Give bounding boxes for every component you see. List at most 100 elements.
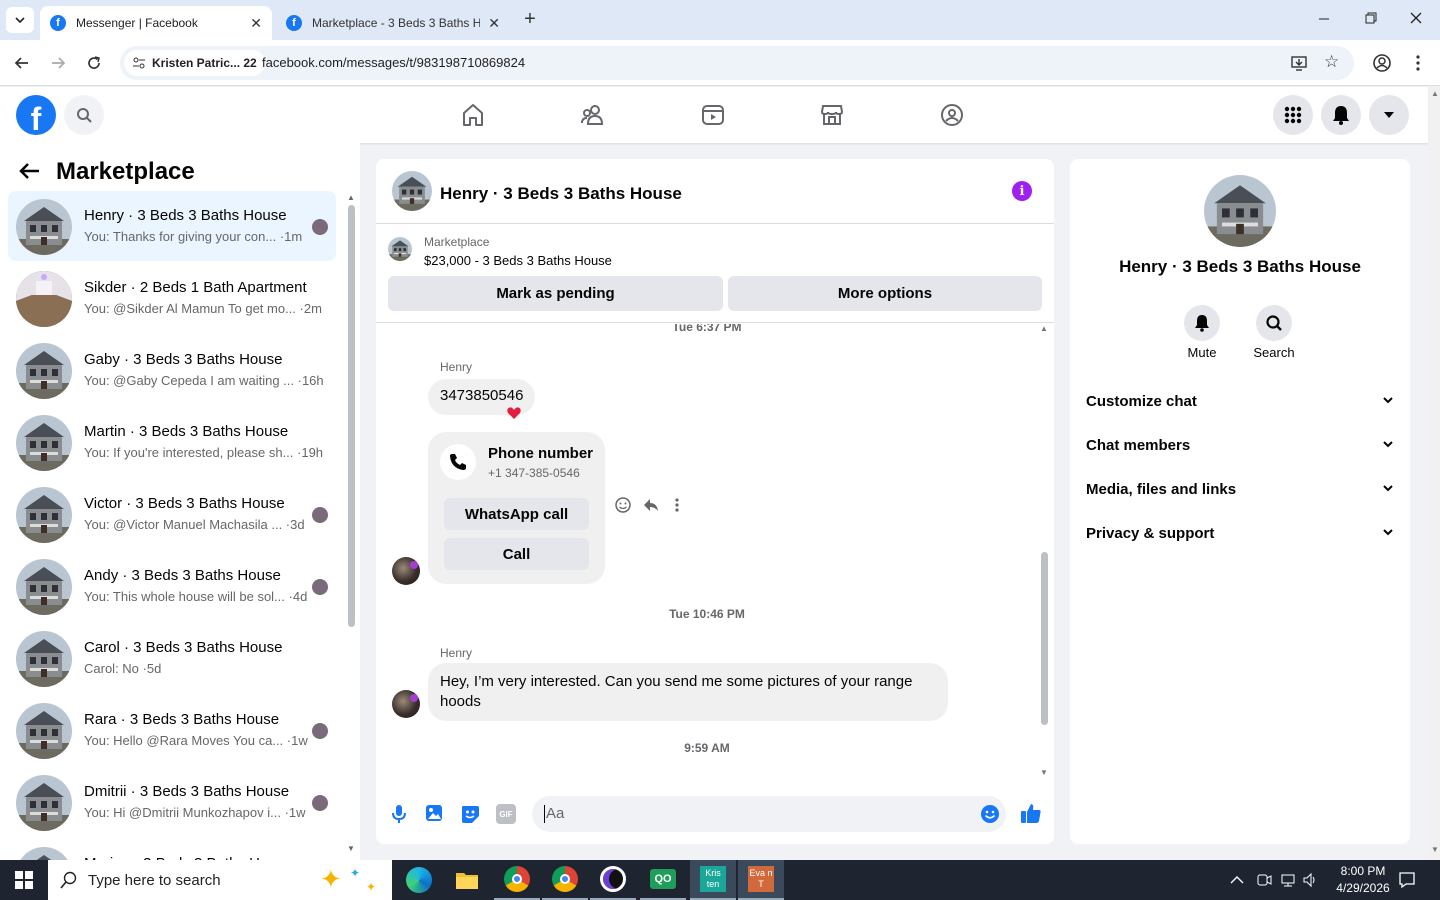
- more-options-button[interactable]: More options: [728, 276, 1042, 311]
- chrome-app-icon[interactable]: [494, 860, 540, 900]
- conversation-item[interactable]: Rara · 3 Beds 3 Baths House You: Hello @R…: [8, 695, 336, 765]
- tab-marketplace[interactable]: f Marketplace - 3 Beds 3 Baths H ✕: [276, 6, 510, 40]
- mark-as-pending-button[interactable]: Mark as pending: [388, 276, 723, 311]
- edge-app-icon[interactable]: [396, 860, 442, 900]
- reply-icon[interactable]: [642, 496, 660, 514]
- conversation-item[interactable]: Victor · 3 Beds 3 Baths House You: @Victo…: [8, 479, 336, 549]
- chat-title[interactable]: Henry · 3 Beds 3 Baths House: [440, 184, 682, 204]
- sender-avatar[interactable]: [392, 690, 420, 718]
- scroll-down-arrow-icon[interactable]: ▼: [347, 844, 355, 853]
- video-nav-icon[interactable]: [699, 101, 727, 129]
- thumbs-up-icon[interactable]: [1020, 802, 1042, 824]
- clock-date[interactable]: 4/29/2026: [1326, 881, 1400, 895]
- install-app-icon[interactable]: [1290, 54, 1308, 72]
- site-info-chip[interactable]: Kristen Patric... 22: [124, 50, 265, 76]
- mute-action[interactable]: Mute: [1174, 305, 1230, 365]
- minimize-window-button[interactable]: [1316, 10, 1332, 26]
- thread-scrollbar[interactable]: ▲ ▼: [1038, 324, 1050, 779]
- kristen-app-icon[interactable]: Kris ten: [690, 860, 736, 900]
- facebook-logo-icon[interactable]: f: [16, 95, 56, 137]
- conversation-item[interactable]: Martin · 3 Beds 3 Baths House You: If you…: [8, 407, 336, 477]
- network-icon[interactable]: [1280, 872, 1296, 888]
- apps-menu-button[interactable]: [1273, 95, 1313, 135]
- close-tab-icon[interactable]: ✕: [250, 15, 262, 32]
- chat-avatar[interactable]: [392, 171, 432, 211]
- profile-avatar[interactable]: [1204, 175, 1276, 247]
- conversation-item[interactable]: Sikder · 2 Beds 1 Bath Apartment You: @Si…: [8, 263, 336, 333]
- green-app-icon[interactable]: QO: [640, 860, 686, 900]
- clock-time[interactable]: 8:00 PM: [1326, 864, 1400, 878]
- volume-icon[interactable]: [1302, 872, 1318, 888]
- conversation-list-scrollbar[interactable]: ▲ ▼: [346, 193, 356, 858]
- photo-icon[interactable]: [425, 804, 443, 824]
- marketplace-nav-icon[interactable]: [818, 101, 846, 129]
- back-button[interactable]: [9, 50, 35, 76]
- groups-nav-icon[interactable]: [938, 101, 966, 129]
- call-button[interactable]: Call: [444, 538, 589, 570]
- show-hidden-icons-button[interactable]: [1230, 872, 1244, 886]
- microphone-icon[interactable]: [390, 804, 408, 824]
- purple-app-icon[interactable]: [590, 860, 636, 900]
- home-nav-icon[interactable]: [459, 101, 487, 129]
- forward-button[interactable]: [45, 50, 71, 76]
- emoji-icon[interactable]: [980, 804, 1000, 824]
- search-icon[interactable]: [1256, 305, 1292, 341]
- conversation-item[interactable]: Dmitrii · 3 Beds 3 Baths House You: Hi @D…: [8, 767, 336, 837]
- facebook-search-button[interactable]: [64, 95, 104, 135]
- react-icon[interactable]: [614, 496, 632, 514]
- tab-messenger[interactable]: f Messenger | Facebook ✕: [40, 6, 272, 40]
- scroll-up-arrow-icon[interactable]: ▲: [1431, 89, 1439, 98]
- bell-icon[interactable]: [1184, 305, 1220, 341]
- whatsapp-call-button[interactable]: WhatsApp call: [444, 498, 589, 530]
- scroll-up-arrow-icon[interactable]: ▲: [347, 193, 355, 202]
- conversation-item[interactable]: Gaby · 3 Beds 3 Baths House You: @Gaby Ce…: [8, 335, 336, 405]
- evan-app-icon[interactable]: Eva n T: [738, 860, 784, 900]
- scrollbar-thumb[interactable]: [1041, 552, 1048, 725]
- listing-thumbnail[interactable]: [388, 237, 412, 261]
- tab-search-button[interactable]: [6, 7, 34, 33]
- heart-reaction-icon[interactable]: [506, 405, 522, 421]
- taskbar-search-box[interactable]: Type here to search ✦ ✦ ✦: [48, 860, 392, 900]
- friends-nav-icon[interactable]: [579, 101, 607, 129]
- conversation-item[interactable]: Henry · 3 Beds 3 Baths House You: Thanks …: [8, 191, 336, 261]
- customize-chat-section[interactable]: Customize chat: [1086, 386, 1394, 416]
- media-files-links-section[interactable]: Media, files and links: [1086, 474, 1394, 504]
- new-tab-button[interactable]: +: [520, 9, 540, 29]
- page-scrollbar[interactable]: ▲ ▼: [1428, 87, 1440, 860]
- info-icon[interactable]: i: [1012, 181, 1032, 201]
- restore-window-button[interactable]: [1362, 10, 1378, 26]
- conversation-item[interactable]: Andy · 3 Beds 3 Baths House You: This who…: [8, 551, 336, 621]
- scroll-up-arrow-icon[interactable]: ▲: [1040, 324, 1048, 333]
- back-arrow-button[interactable]: [18, 159, 46, 187]
- more-actions-icon[interactable]: [674, 496, 682, 514]
- message-input[interactable]: Aa: [532, 796, 1006, 832]
- sender-avatar[interactable]: [392, 557, 420, 585]
- chat-members-section[interactable]: Chat members: [1086, 430, 1394, 460]
- profile-icon[interactable]: [1369, 50, 1395, 76]
- url-text[interactable]: facebook.com/messages/t/983198710869824: [262, 55, 525, 70]
- conversation-item[interactable]: Marina · 3 Beds 3 Baths House: [8, 839, 336, 860]
- privacy-support-section[interactable]: Privacy & support: [1086, 518, 1394, 548]
- listing-title[interactable]: $23,000 - 3 Beds 3 Baths House: [424, 253, 612, 268]
- notification-center-icon[interactable]: [1398, 871, 1416, 889]
- meet-now-icon[interactable]: [1256, 872, 1272, 888]
- scroll-down-arrow-icon[interactable]: ▼: [1040, 768, 1048, 777]
- account-menu-button[interactable]: [1369, 95, 1409, 135]
- gif-icon[interactable]: GIF: [496, 804, 516, 824]
- bookmark-star-icon[interactable]: ☆: [1324, 53, 1342, 71]
- address-bar[interactable]: Kristen Patric... 22 facebook.com/messag…: [120, 46, 1354, 80]
- browser-menu-icon[interactable]: [1405, 50, 1431, 76]
- close-window-button[interactable]: [1408, 10, 1424, 26]
- notifications-button[interactable]: [1321, 95, 1361, 135]
- scroll-down-arrow-icon[interactable]: ▼: [1431, 845, 1439, 854]
- scrollbar-thumb[interactable]: [348, 205, 355, 627]
- start-button[interactable]: [0, 860, 48, 900]
- reload-button[interactable]: [81, 50, 107, 76]
- file-explorer-icon[interactable]: [444, 860, 490, 900]
- message-bubble[interactable]: Hey, I’m very interested. Can you send m…: [428, 663, 948, 721]
- sticker-icon[interactable]: [460, 804, 480, 824]
- close-tab-icon[interactable]: ✕: [488, 15, 500, 32]
- conversation-item[interactable]: Carol · 3 Beds 3 Baths House Carol: No ·5…: [8, 623, 336, 693]
- search-action[interactable]: Search: [1246, 305, 1302, 365]
- chrome-profile-app-icon[interactable]: [542, 860, 588, 900]
